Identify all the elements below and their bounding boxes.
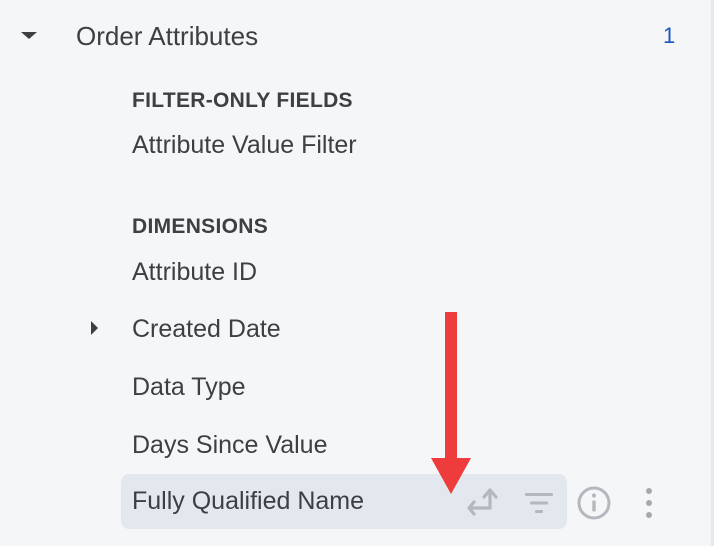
filter-icon[interactable] xyxy=(521,489,557,517)
field-fully-qualified-name[interactable]: Fully Qualified Name xyxy=(132,487,364,516)
caret-right-icon[interactable] xyxy=(91,321,98,335)
group-label-filter-only: FILTER-ONLY FIELDS xyxy=(132,89,353,112)
red-arrow-icon xyxy=(431,312,471,494)
section-title: Order Attributes xyxy=(76,21,259,51)
selected-count-badge: 1 xyxy=(663,23,676,48)
field-attribute-id[interactable]: Attribute ID xyxy=(132,258,257,287)
field-attribute-value-filter[interactable]: Attribute Value Filter xyxy=(132,131,357,160)
section-header-order-attributes[interactable]: Order Attributes 1 xyxy=(0,10,700,62)
field-picker-panel: Order Attributes 1 FILTER-ONLY FIELDS At… xyxy=(0,0,714,546)
caret-down-icon[interactable] xyxy=(21,32,37,39)
info-icon[interactable] xyxy=(576,485,612,521)
group-label-dimensions: DIMENSIONS xyxy=(132,215,269,238)
field-row-fully-qualified-name[interactable]: Fully Qualified Name xyxy=(121,474,567,529)
field-days-since-value[interactable]: Days Since Value xyxy=(132,431,327,460)
field-data-type[interactable]: Data Type xyxy=(132,373,246,402)
field-created-date[interactable]: Created Date xyxy=(132,315,281,344)
more-vertical-icon[interactable] xyxy=(639,485,659,521)
